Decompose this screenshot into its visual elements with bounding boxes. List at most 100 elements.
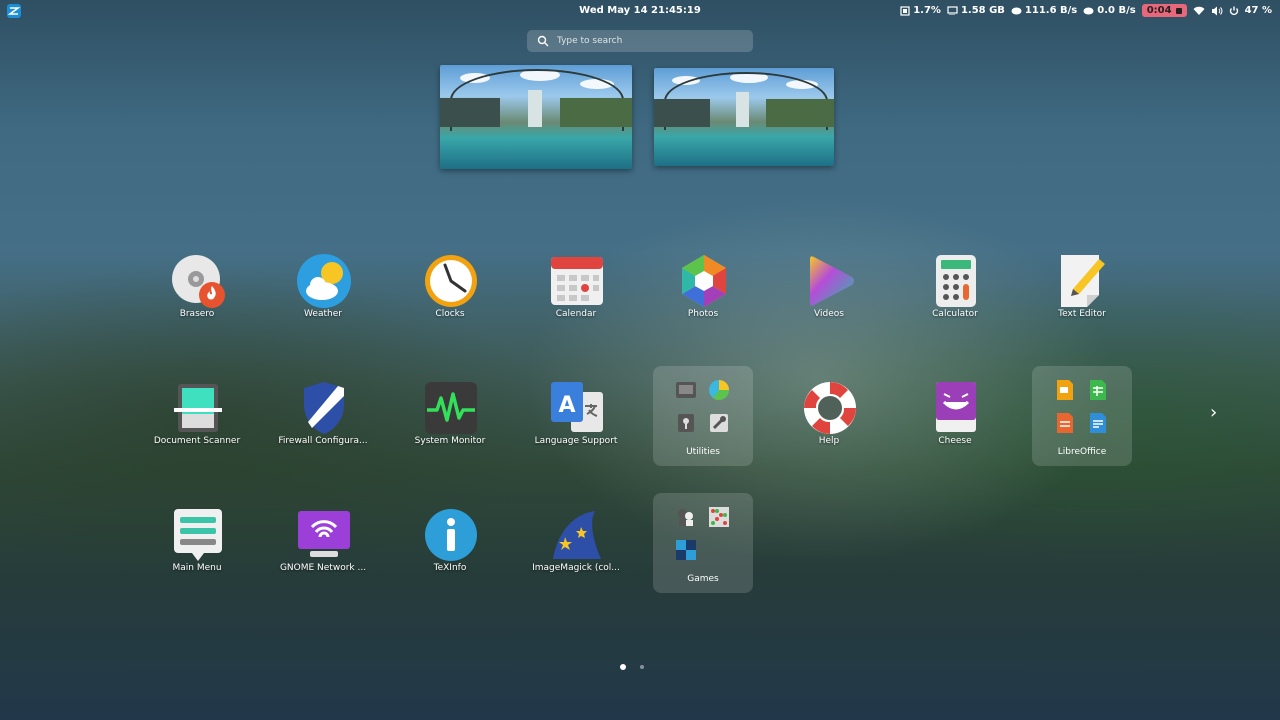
memory-value: 1.58 GB xyxy=(960,5,1005,16)
folder-utilities[interactable]: Utilities xyxy=(653,366,753,466)
cloud-download-icon xyxy=(1011,7,1022,15)
disk-usage-icon xyxy=(709,380,729,400)
network-display-icon xyxy=(298,511,350,557)
folder-libreoffice[interactable]: LibreOffice xyxy=(1032,366,1132,466)
videos-icon xyxy=(810,256,854,306)
power-icon[interactable] xyxy=(1229,6,1239,16)
cpu-icon xyxy=(900,5,910,16)
clock-icon xyxy=(425,255,477,307)
search-icon xyxy=(537,35,549,47)
cloud-upload-icon xyxy=(1083,7,1094,15)
wifi-icon[interactable] xyxy=(1193,6,1205,16)
app-label: Photos xyxy=(687,309,719,319)
page-dot[interactable] xyxy=(640,665,644,669)
app-document-scanner[interactable]: Document Scanner xyxy=(134,365,260,475)
app-clocks[interactable]: Clocks xyxy=(387,238,513,348)
top-bar: Wed May 14 21:45:19 1.7% 1.58 GB 111.6 B… xyxy=(0,0,1280,22)
shield-icon xyxy=(304,382,344,434)
screen-recording-indicator[interactable]: 0:04 xyxy=(1141,4,1187,17)
app-label: Calendar xyxy=(555,309,597,319)
app-photos[interactable]: Photos xyxy=(640,238,766,348)
app-label: Calculator xyxy=(932,309,978,319)
upload-indicator: 0.0 B/s xyxy=(1083,5,1136,16)
stop-icon[interactable] xyxy=(1175,7,1182,14)
app-label: Language Support xyxy=(534,436,618,446)
text-editor-icon xyxy=(1061,255,1105,307)
folder-games[interactable]: Games xyxy=(653,493,753,593)
info-icon xyxy=(425,509,477,561)
app-label: ImageMagick (col... xyxy=(532,563,620,573)
workspace-thumbnail-2[interactable] xyxy=(654,68,834,166)
document-scanner-icon xyxy=(174,384,222,432)
folder-label: Games xyxy=(687,574,719,584)
mines-icon xyxy=(676,540,696,560)
search-input[interactable] xyxy=(555,35,739,47)
workspace-thumbnail-1[interactable] xyxy=(440,65,632,169)
memory-icon xyxy=(947,5,958,15)
app-firewall-configuration[interactable]: Firewall Configura... xyxy=(260,365,386,475)
app-label: Help xyxy=(818,436,840,446)
cpu-value: 1.7% xyxy=(913,5,941,16)
app-label: GNOME Network ... xyxy=(279,563,367,573)
app-label: Cheese xyxy=(938,436,972,446)
app-main-menu[interactable]: Main Menu xyxy=(134,492,260,602)
language-icon: A xyxy=(551,382,603,432)
terminal-icon xyxy=(676,382,696,398)
battery-value: 47 % xyxy=(1244,5,1272,16)
app-imagemagick[interactable]: ImageMagick (col... xyxy=(513,492,639,602)
folder-label: Utilities xyxy=(686,447,720,457)
cheese-icon xyxy=(936,382,976,432)
help-lifebuoy-icon xyxy=(804,382,856,434)
calendar-icon xyxy=(551,257,603,305)
svg-text:A: A xyxy=(558,393,575,418)
four-in-a-row-icon xyxy=(709,507,729,527)
page-dot-active[interactable] xyxy=(620,664,626,670)
photos-icon xyxy=(682,255,726,307)
app-gnome-network-displays[interactable]: GNOME Network ... xyxy=(260,492,386,602)
draw-icon xyxy=(1057,413,1073,433)
next-page-arrow-icon[interactable]: › xyxy=(1210,402,1217,423)
volume-icon[interactable] xyxy=(1211,6,1223,16)
app-label: Brasero xyxy=(179,309,215,319)
impress-icon xyxy=(1057,380,1073,400)
app-help[interactable]: Help xyxy=(766,365,892,475)
app-language-support[interactable]: A Language Support xyxy=(513,365,639,475)
app-label: Text Editor xyxy=(1058,309,1106,319)
upload-value: 0.0 B/s xyxy=(1097,5,1136,16)
download-value: 111.6 B/s xyxy=(1024,5,1078,16)
cpu-indicator: 1.7% xyxy=(900,5,941,16)
weather-icon xyxy=(297,254,351,308)
app-label: Clocks xyxy=(435,309,465,319)
folder-label: LibreOffice xyxy=(1057,447,1107,457)
wizard-hat-icon xyxy=(553,511,601,559)
main-menu-icon xyxy=(174,509,222,561)
app-brasero[interactable]: Brasero xyxy=(134,238,260,348)
app-label: TeXInfo xyxy=(433,563,467,573)
recording-time: 0:04 xyxy=(1146,5,1172,16)
app-label: Weather xyxy=(304,309,342,319)
passwords-icon xyxy=(678,414,694,432)
search-box[interactable] xyxy=(527,30,753,52)
app-label: Document Scanner xyxy=(153,436,241,446)
system-tray[interactable]: 1.7% 1.58 GB 111.6 B/s 0.0 B/s 0:04 47 % xyxy=(900,4,1272,17)
brasero-icon xyxy=(172,255,225,308)
system-monitor-icon xyxy=(425,382,477,434)
app-cheese[interactable]: Cheese xyxy=(892,365,1018,475)
app-system-monitor[interactable]: System Monitor xyxy=(387,365,513,475)
chess-icon xyxy=(678,509,693,526)
app-label: Videos xyxy=(814,309,844,319)
app-weather[interactable]: Weather xyxy=(260,238,386,348)
writer-icon xyxy=(1090,413,1106,433)
calc-icon xyxy=(1090,380,1106,400)
calculator-icon xyxy=(936,255,976,307)
page-indicator xyxy=(620,664,644,670)
memory-indicator: 1.58 GB xyxy=(947,5,1005,16)
app-label: System Monitor xyxy=(414,436,486,446)
app-calendar[interactable]: Calendar xyxy=(513,238,639,348)
app-videos[interactable]: Videos xyxy=(766,238,892,348)
app-text-editor[interactable]: Text Editor xyxy=(1019,238,1145,348)
app-label: Firewall Configura... xyxy=(278,436,368,446)
app-calculator[interactable]: Calculator xyxy=(892,238,1018,348)
download-indicator: 111.6 B/s xyxy=(1011,5,1077,16)
app-texinfo[interactable]: TeXInfo xyxy=(387,492,513,602)
